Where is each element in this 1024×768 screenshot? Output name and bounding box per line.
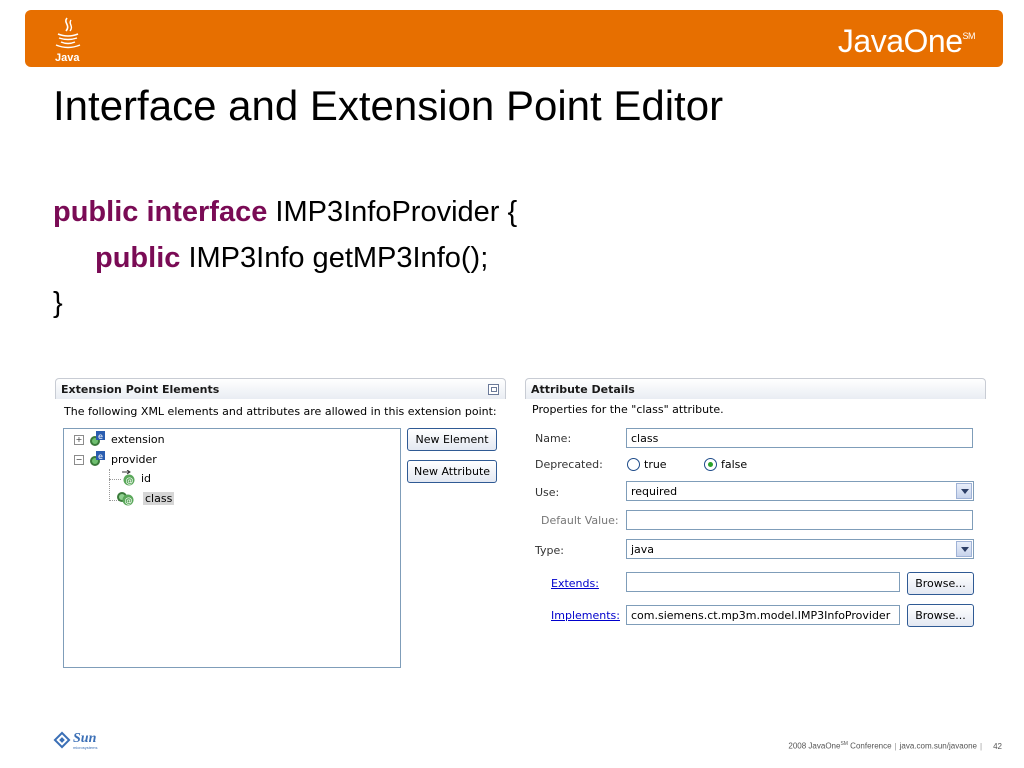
code-line-2: public IMP3Info getMP3Info(); [95,242,488,275]
svg-text:@: @ [126,476,134,485]
panel-description: The following XML elements and attribute… [64,405,497,418]
extends-link[interactable]: Extends: [551,577,599,590]
collapse-icon[interactable]: − [74,455,84,465]
code-text: IMP3Info getMP3Info(); [180,242,489,274]
deprecated-false-label: false [721,458,748,471]
panel-header: Attribute Details [525,378,986,399]
code-keyword: public interface [53,196,268,228]
expand-icon[interactable]: + [74,435,84,445]
tree-connector [109,469,110,501]
footer-url[interactable]: java.com.sun/javaone [900,742,977,751]
extends-field[interactable] [626,572,900,592]
footer-conference: Conference [847,741,892,751]
extension-point-elements-panel: Extension Point Elements The following X… [55,378,506,678]
footer-year: 2008 JavaOne [788,741,841,751]
use-combo[interactable]: required [626,481,974,501]
tree-item-label: class [143,492,175,505]
element-icon: e [90,451,105,466]
new-attribute-button[interactable]: New Attribute [407,460,497,483]
footer-sm: SM [840,741,848,747]
code-text: IMP3InfoProvider { [267,196,518,228]
implements-field[interactable]: com.siemens.ct.mp3m.model.IMP3InfoProvid… [626,605,900,625]
svg-text:@: @ [125,496,133,505]
code-line-1: public interface IMP3InfoProvider { [53,196,517,229]
panel-description: Properties for the "class" attribute. [532,403,724,416]
code-line-3: } [53,287,63,319]
java-logo-text: Java [55,52,80,64]
code-keyword: public [95,242,181,274]
element-tree[interactable]: + e extension − e provider @ id @ class [63,428,401,668]
chevron-down-icon[interactable] [956,541,972,557]
default-value-label: Default Value: [541,514,619,527]
svg-text:e: e [98,432,103,441]
attribute-details-panel: Attribute Details Properties for the "cl… [525,378,986,638]
new-element-button[interactable]: New Element [407,428,497,451]
implements-browse-button[interactable]: Browse... [907,604,974,627]
deprecated-label: Deprecated: [535,458,603,471]
attribute-icon: @ [122,470,135,486]
extends-browse-button[interactable]: Browse... [907,572,974,595]
tree-item-label: id [141,472,152,485]
default-value-field[interactable] [626,510,973,530]
panel-title: Attribute Details [531,383,635,396]
type-label: Type: [535,544,564,557]
type-value: java [631,543,655,556]
element-icon: e [90,431,105,446]
implements-link[interactable]: Implements: [551,609,620,622]
java-logo-icon: Java [55,17,80,64]
javaone-logo: JavaOneSM [837,23,976,59]
maximize-icon[interactable] [488,384,499,395]
panel-header: Extension Point Elements [55,378,506,399]
deprecated-true-radio[interactable] [627,458,640,471]
type-combo[interactable]: java [626,539,974,559]
deprecated-false-radio[interactable] [704,458,717,471]
header-bar: Java JavaOneSM [25,10,1003,67]
page-number: 42 [993,741,1002,751]
sun-logo-icon: Sun microsystems [53,731,97,750]
deprecated-true-label: true [644,458,667,471]
sun-logo-subtext: microsystems [73,745,97,750]
name-label: Name: [535,432,572,445]
tree-item-label: extension [111,433,165,446]
tree-item-label: provider [111,453,157,466]
attribute-icon: @ [117,492,134,506]
svg-text:e: e [98,452,103,461]
panel-title: Extension Point Elements [61,383,220,396]
sun-logo-text: Sun [73,731,97,746]
slide-title: Interface and Extension Point Editor [53,82,724,129]
use-label: Use: [535,486,560,499]
footer-text: 2008 JavaOneSM Conference | java.com.sun/j… [788,741,1002,751]
use-value: required [631,485,678,498]
chevron-down-icon[interactable] [956,483,972,499]
tree-connector [109,479,121,480]
name-field[interactable]: class [626,428,973,448]
